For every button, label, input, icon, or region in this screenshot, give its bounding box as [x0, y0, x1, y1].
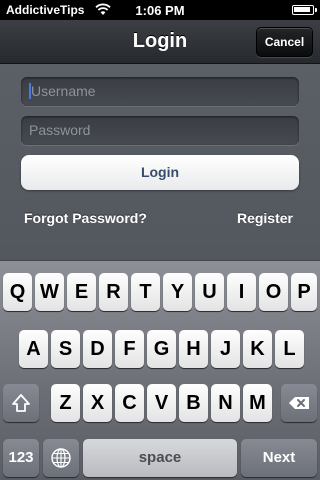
key-u[interactable]: U: [195, 273, 224, 311]
key-d[interactable]: D: [83, 330, 112, 368]
key-c[interactable]: C: [115, 384, 144, 422]
register-link[interactable]: Register: [237, 210, 293, 226]
backspace-icon: [289, 397, 309, 409]
key-k[interactable]: K: [243, 330, 272, 368]
password-field[interactable]: Password: [21, 116, 299, 145]
key-y[interactable]: Y: [163, 273, 192, 311]
globe-key[interactable]: [43, 439, 79, 477]
key-a[interactable]: A: [19, 330, 48, 368]
key-e[interactable]: E: [67, 273, 96, 311]
key-j[interactable]: J: [211, 330, 240, 368]
shift-icon: [12, 394, 30, 412]
next-key[interactable]: Next: [241, 439, 317, 477]
key-h[interactable]: H: [179, 330, 208, 368]
forgot-password-link[interactable]: Forgot Password?: [24, 210, 147, 226]
key-t[interactable]: T: [131, 273, 160, 311]
space-key[interactable]: space: [83, 439, 237, 477]
battery-icon: [292, 5, 317, 15]
keyboard: Q W E R T Y U I O P A S D F G H J K L Z …: [0, 260, 320, 480]
key-z[interactable]: Z: [51, 384, 80, 422]
login-form: Username Password Login Forgot Password?…: [0, 64, 320, 260]
key-s[interactable]: S: [51, 330, 80, 368]
cancel-button[interactable]: Cancel: [256, 27, 313, 57]
status-bar: AddictiveTips 1:06 PM: [0, 0, 320, 20]
login-button[interactable]: Login: [21, 155, 299, 190]
status-time: 1:06 PM: [135, 3, 185, 18]
key-p[interactable]: P: [291, 273, 317, 311]
key-w[interactable]: W: [35, 273, 64, 311]
username-placeholder: Username: [31, 83, 96, 99]
numbers-key[interactable]: 123: [3, 439, 39, 477]
key-i[interactable]: I: [227, 273, 256, 311]
backspace-key[interactable]: [281, 384, 317, 422]
username-field[interactable]: Username: [21, 77, 299, 106]
key-f[interactable]: F: [115, 330, 144, 368]
key-g[interactable]: G: [147, 330, 176, 368]
shift-key[interactable]: [3, 384, 39, 422]
key-o[interactable]: O: [259, 273, 288, 311]
globe-icon: [51, 448, 71, 468]
key-m[interactable]: M: [243, 384, 272, 422]
navigation-bar: Login Cancel: [0, 20, 320, 64]
key-n[interactable]: N: [211, 384, 240, 422]
key-b[interactable]: B: [179, 384, 208, 422]
password-placeholder: Password: [29, 122, 91, 138]
key-l[interactable]: L: [275, 330, 304, 368]
key-r[interactable]: R: [99, 273, 128, 311]
key-v[interactable]: V: [147, 384, 176, 422]
key-x[interactable]: X: [83, 384, 112, 422]
key-q[interactable]: Q: [3, 273, 32, 311]
